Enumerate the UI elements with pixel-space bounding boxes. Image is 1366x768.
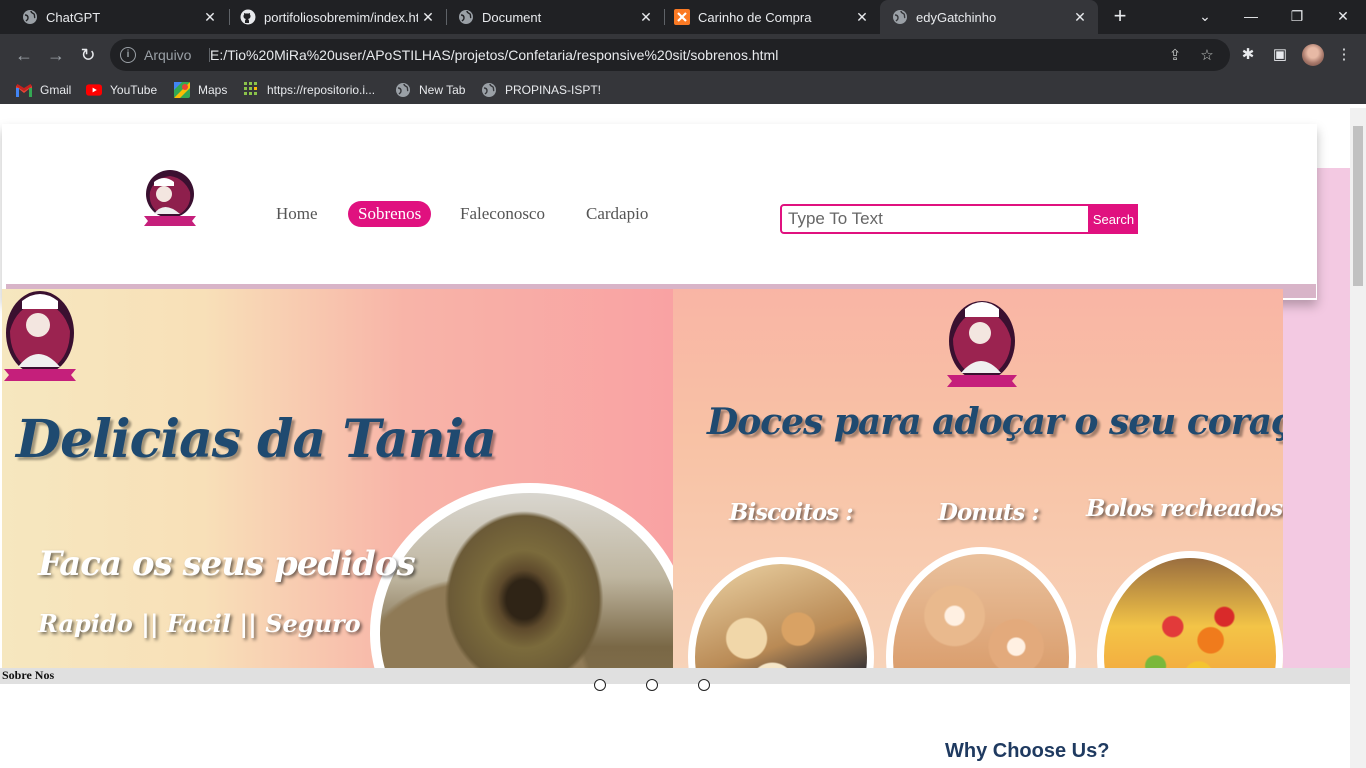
tab-search-icon[interactable]: ⌄ bbox=[1182, 0, 1228, 34]
youtube-icon bbox=[86, 82, 102, 98]
bookmarks-bar: Gmail YouTube Maps https://repositorio.i… bbox=[0, 76, 1366, 104]
donuts-image bbox=[886, 547, 1076, 669]
close-icon[interactable]: ✕ bbox=[852, 9, 872, 26]
globe-icon bbox=[892, 9, 908, 25]
forward-icon[interactable]: → bbox=[44, 43, 68, 67]
grid-icon bbox=[243, 82, 259, 98]
menu-icon[interactable]: ⋮ bbox=[1334, 45, 1354, 65]
why-choose-us-heading: Why Choose Us? bbox=[945, 740, 1110, 762]
side-panel-icon[interactable]: ▣ bbox=[1270, 45, 1290, 65]
close-window-button[interactable]: ✕ bbox=[1320, 0, 1366, 34]
search-button[interactable]: Search bbox=[1089, 204, 1138, 234]
slider-dot[interactable] bbox=[698, 679, 710, 691]
slider-dot[interactable] bbox=[646, 679, 658, 691]
globe-icon bbox=[458, 9, 474, 25]
bookmark-youtube[interactable]: YouTube bbox=[86, 81, 157, 99]
nav-home[interactable]: Home bbox=[266, 201, 328, 227]
bookmark-label: https://repositorio.i... bbox=[267, 83, 376, 97]
share-icon[interactable]: ⇪ bbox=[1166, 47, 1184, 65]
minimize-button[interactable]: — bbox=[1228, 0, 1274, 34]
browser-toolbar: ← → ↻ i Arquivo E:/Tio%20MiRa%20user/APo… bbox=[0, 34, 1366, 76]
brand-title: Delicias da Tania bbox=[16, 409, 497, 470]
tab-title: edyGatchinho bbox=[916, 9, 997, 25]
address-scheme: Arquivo bbox=[144, 47, 192, 63]
bookmark-propinas[interactable]: PROPINAS-ISPT! bbox=[481, 81, 601, 99]
tab-title: portifoliosobremim/index.htm bbox=[264, 9, 418, 25]
close-icon[interactable]: ✕ bbox=[200, 9, 220, 26]
page-viewport: Home Sobrenos Faleconosco Cardapio Searc… bbox=[0, 108, 1366, 768]
close-icon[interactable]: ✕ bbox=[1070, 9, 1090, 26]
category-label-donuts: Donuts : bbox=[938, 499, 1040, 526]
xampp-icon bbox=[674, 9, 690, 25]
tab-title: Document bbox=[482, 9, 542, 25]
bookmark-label: PROPINAS-ISPT! bbox=[505, 83, 602, 97]
bookmark-label: YouTube bbox=[110, 83, 158, 97]
address-url[interactable]: E:/Tio%20MiRa%20user/APoSTILHAS/projetos… bbox=[210, 47, 778, 63]
restore-button[interactable]: ❐ bbox=[1274, 0, 1320, 34]
gmail-icon bbox=[16, 82, 32, 98]
banner-subtagline: Rapido || Facil || Seguro bbox=[38, 609, 361, 638]
slider-dot[interactable] bbox=[594, 679, 606, 691]
banner-logo-right bbox=[947, 301, 1017, 387]
maps-icon bbox=[174, 82, 190, 98]
tab-edygatchinho[interactable]: edyGatchinho ✕ bbox=[880, 0, 1098, 34]
nav-faleconosco[interactable]: Faleconosco bbox=[450, 201, 555, 227]
nav-cardapio[interactable]: Cardapio bbox=[576, 201, 658, 227]
banner-right: Doces para adoçar o seu coração Biscoito… bbox=[673, 289, 1283, 669]
tab-portfolio[interactable]: portifoliosobremim/index.htm ✕ bbox=[218, 0, 446, 34]
hero-cake-image bbox=[370, 483, 673, 669]
banner-left: Delicias da Tania Faca os seus pedidos R… bbox=[2, 289, 673, 669]
nav-sobrenos[interactable]: Sobrenos bbox=[348, 201, 432, 227]
banner-slogan: Doces para adoçar o seu coração bbox=[707, 401, 1283, 443]
github-icon bbox=[240, 9, 256, 25]
category-label-biscoitos: Biscoitos : bbox=[729, 499, 854, 526]
site-header: Home Sobrenos Faleconosco Cardapio Searc… bbox=[2, 124, 1317, 300]
bookmark-gmail[interactable]: Gmail bbox=[16, 81, 71, 99]
tab-document[interactable]: Document ✕ bbox=[436, 0, 664, 34]
bolos-image bbox=[1097, 551, 1283, 669]
bookmark-label: New Tab bbox=[419, 83, 466, 97]
tab-chatgpt[interactable]: ChatGPT ✕ bbox=[0, 0, 228, 34]
banner-logo bbox=[4, 291, 76, 381]
bookmark-star-icon[interactable]: ☆ bbox=[1198, 47, 1216, 65]
bookmark-label: Gmail bbox=[40, 83, 72, 97]
globe-icon bbox=[22, 9, 38, 25]
tab-carinho[interactable]: Carinho de Compra ✕ bbox=[652, 0, 880, 34]
address-bar[interactable]: i Arquivo E:/Tio%20MiRa%20user/APoSTILHA… bbox=[110, 39, 1230, 71]
bookmark-label: Maps bbox=[198, 83, 228, 97]
bookmark-repositorio[interactable]: https://repositorio.i... bbox=[243, 81, 375, 99]
page-scrollbar[interactable] bbox=[1350, 108, 1366, 768]
search-input[interactable] bbox=[780, 204, 1090, 234]
tab-title: Carinho de Compra bbox=[698, 9, 812, 25]
avatar[interactable] bbox=[1302, 44, 1324, 66]
info-icon[interactable]: i bbox=[120, 47, 136, 63]
globe-icon bbox=[395, 82, 411, 98]
globe-icon bbox=[481, 82, 497, 98]
close-icon[interactable]: ✕ bbox=[418, 9, 438, 26]
bookmark-maps[interactable]: Maps bbox=[174, 81, 227, 99]
new-tab-button[interactable]: + bbox=[1108, 5, 1132, 29]
site-logo[interactable] bbox=[140, 168, 200, 228]
bookmark-new-tab[interactable]: New Tab bbox=[395, 81, 465, 99]
biscoitos-image bbox=[688, 557, 874, 669]
reload-icon[interactable]: ↻ bbox=[76, 43, 100, 67]
back-icon[interactable]: ← bbox=[12, 43, 36, 67]
banner-tagline: Faca os seus pedidos bbox=[38, 544, 416, 584]
tab-title: ChatGPT bbox=[46, 9, 101, 25]
tab-strip: ChatGPT ✕ portifoliosobremim/index.htm ✕… bbox=[0, 0, 1366, 34]
sobre-nos-bar: Sobre Nos bbox=[0, 668, 1350, 684]
scrollbar-thumb[interactable] bbox=[1353, 126, 1363, 286]
extensions-icon[interactable]: ✱ bbox=[1238, 45, 1258, 65]
category-label-bolos: Bolos recheados : bbox=[1086, 495, 1283, 522]
